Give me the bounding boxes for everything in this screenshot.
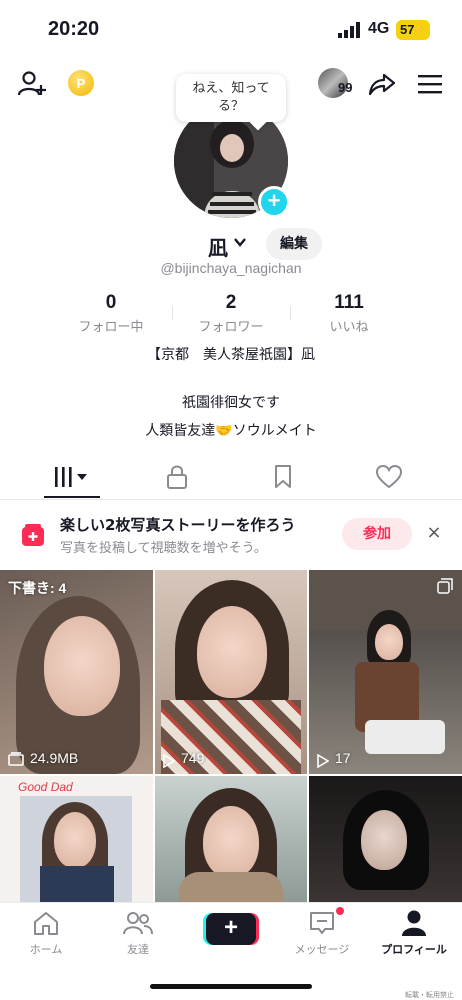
grid-item-video[interactable]: 17 [309,570,462,774]
grid-item-photo[interactable]: Good Dad [0,776,153,902]
hamburger-icon [418,75,442,94]
view-count: 749 [181,750,205,766]
close-icon[interactable]: × [424,522,444,546]
coin-icon: P [76,75,86,91]
bookmark-icon [275,465,291,488]
add-user-icon [17,71,46,96]
display-name[interactable]: 凪 [208,232,228,261]
promo-subtitle: 写真を投稿して視聴数を増やそう。 [60,541,267,556]
stat-followers[interactable]: 2 フォロワー [176,292,286,335]
edit-profile-button[interactable]: 編集 [266,228,322,260]
notification-dot [336,907,344,915]
battery-indicator: 57 ⚡ [396,20,430,40]
photo-story-icon [22,524,44,546]
username-handle: @bijinchaya_nagichan [160,260,302,276]
note-text-line2: る？ [217,99,244,114]
stat-likes-count: 111 [334,292,364,313]
stat-following[interactable]: 0 フォロー中 [56,292,166,335]
photo-story-promo: 楽しい2枚写真ストーリーを作ろう 写真を投稿して視聴数を増やそう。 参加 × [0,504,462,566]
profile-icon [402,910,426,936]
photo-face [361,810,407,870]
friends-icon [123,912,153,935]
share-button[interactable] [364,66,400,102]
play-icon [317,754,329,768]
tab-saved[interactable] [258,460,308,494]
chevron-down-icon[interactable] [232,234,248,250]
profile-stats: 0 フォロー中 2 フォロワー 111 いいね [0,292,462,336]
stat-following-label: フォロー中 [78,320,144,335]
create-button[interactable]: + [206,913,256,945]
name-row: 凪 編集 [0,226,462,262]
photo-face [375,624,403,660]
multi-photo-icon [437,578,453,594]
photo-clothing [40,866,114,902]
content-tabs [0,452,462,500]
network-label: 4G [368,20,390,37]
stat-likes[interactable]: 111 いいね [294,292,404,335]
grid-item-video[interactable]: 749 [155,570,307,774]
stat-divider [172,306,173,320]
nav-profile-label: プロフィール [381,943,447,956]
sticker-text: Good Dad [18,780,73,794]
watermark: 転載・転用禁止 [405,991,454,999]
join-button[interactable]: 参加 [342,518,412,550]
photo-face [54,812,96,868]
drafts-label: 下書き: 4 [8,580,67,596]
stat-followers-label: フォロワー [198,320,264,335]
bio-line-3: 人類皆友達🤝ソウルメイト [145,423,317,439]
photo-face [44,616,120,716]
add-avatar-button[interactable]: + [258,186,290,218]
storage-icon [8,752,24,766]
nav-friends-label: 友達 [127,943,149,956]
bio-line-2: 祇園徘徊女です [182,395,280,411]
play-icon [163,754,175,768]
video-grid: 下書き: 4 24.9MB 749 17 Good Dad [0,570,462,902]
promo-title: 楽しい2枚写真ストーリーを作ろう [60,516,296,534]
message-icon [310,912,334,934]
home-indicator [150,984,312,989]
grid-item-drafts[interactable]: 下書き: 4 24.9MB [0,570,153,774]
nav-home-label: ホーム [29,943,63,956]
grid-item-photo[interactable] [309,776,462,902]
nav-profile[interactable]: プロフィール [374,909,454,957]
note-text-line1: ねえ、知って [192,81,270,96]
add-friend-button[interactable] [14,66,50,102]
nav-messages-label: メッセージ [294,943,350,956]
home-icon [34,912,58,935]
grid-videos-icon [55,467,87,487]
share-icon [368,73,396,96]
lock-icon [167,465,187,489]
photo-clothing [179,872,283,902]
tab-videos[interactable] [46,460,96,494]
photo-face [197,606,267,698]
status-bar: 20:20 4G 57 ⚡ [0,0,462,60]
nav-friends[interactable]: 友達 [98,909,178,957]
stat-likes-label: いいね [329,320,369,335]
battery-level: 57 [400,22,415,37]
active-tab-indicator [44,496,100,498]
view-count: 17 [335,750,351,766]
heart-icon [375,464,403,489]
nav-messages[interactable]: メッセージ [282,909,362,957]
drafts-size: 24.9MB [30,750,79,766]
charging-icon: ⚡ [413,24,427,36]
stat-divider [290,306,291,320]
bio-line-1: 【京都 美人茶屋祇園】凪 [147,347,315,363]
stat-followers-count: 2 [225,292,237,313]
signal-icon [338,22,360,38]
photo-skirt [365,720,445,754]
tab-private[interactable] [152,460,202,494]
menu-button[interactable] [412,66,448,102]
stat-following-count: 0 [105,292,117,313]
grid-item-photo[interactable] [155,776,307,902]
coin-button[interactable]: P [68,70,94,96]
friend-count-badge: 99 [338,80,353,95]
photo-face [203,806,259,878]
status-time: 20:20 [48,18,100,40]
nav-home[interactable]: ホーム [6,909,86,957]
note-bubble[interactable]: ねえ、知って る？ [176,74,286,122]
tab-liked[interactable] [364,460,414,494]
